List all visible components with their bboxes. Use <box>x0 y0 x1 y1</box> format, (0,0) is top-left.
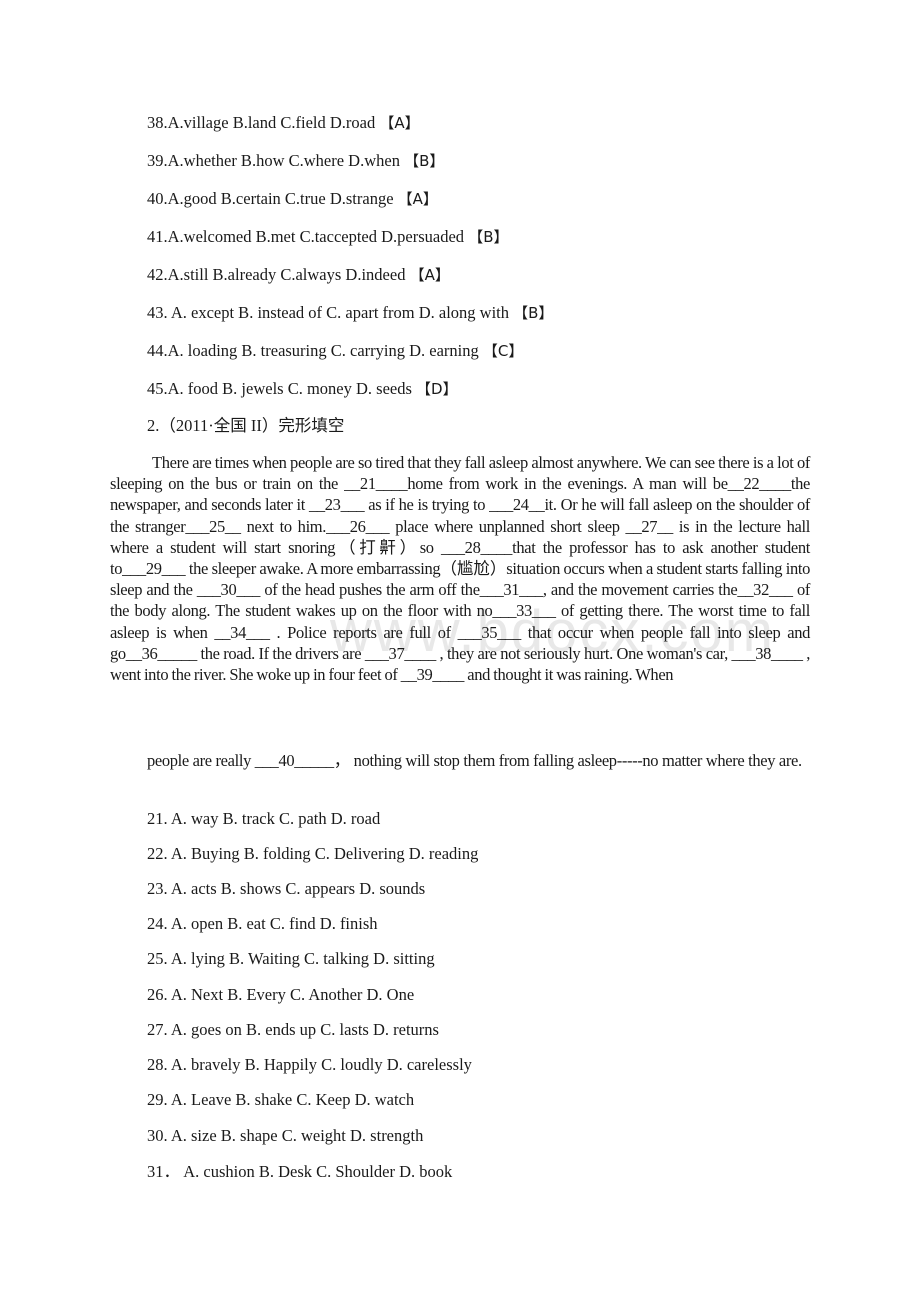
question-text: 40.A.good B.certain C.true D.strange <box>147 189 398 208</box>
question-43: 43. A. except B. instead of C. apart fro… <box>147 303 553 323</box>
cloze-passage: There are times when people are so tired… <box>110 452 810 685</box>
document-page: www.bdocx.com 38.A.village B.land C.fiel… <box>0 0 920 1302</box>
question-45: 45.A. food B. jewels C. money D. seeds 【… <box>147 379 458 399</box>
option-26: 26. A. Next B. Every C. Another D. One <box>147 985 415 1004</box>
question-text: 44.A. loading B. treasuring C. carrying … <box>147 341 483 360</box>
answer-badge: 【C】 <box>482 342 524 360</box>
passage-paragraph: There are times when people are so tired… <box>110 453 810 685</box>
answer-badge: 【A】 <box>397 190 438 208</box>
answer-badge: 【D】 <box>416 380 458 398</box>
question-41: 41.A.welcomed B.met C.taccepted D.persua… <box>147 227 508 247</box>
option-25: 25. A. lying B. Waiting C. talking D. si… <box>147 949 435 968</box>
option-22: 22. A. Buying B. folding C. Delivering D… <box>147 844 479 863</box>
option-31: 31． A. cushion B. Desk C. Shoulder D. bo… <box>147 1162 453 1181</box>
cloze-passage-continued: people are really ___40_____， nothing wi… <box>110 750 810 772</box>
option-27: 27. A. goes on B. ends up C. lasts D. re… <box>147 1020 439 1039</box>
question-40: 40.A.good B.certain C.true D.strange 【A】 <box>147 189 438 209</box>
option-28: 28. A. bravely B. Happily C. loudly D. c… <box>147 1055 472 1074</box>
answer-badge: 【B】 <box>513 304 554 322</box>
question-text: 43. A. except B. instead of C. apart fro… <box>147 303 514 322</box>
answer-badge: 【A】 <box>409 266 450 284</box>
section-heading: 2.（2011·全国 II）完形填空 <box>147 416 345 435</box>
question-39: 39.A.whether B.how C.where D.when 【B】 <box>147 151 444 171</box>
question-text: 42.A.still B.already C.always D.indeed <box>147 265 410 284</box>
passage-paragraph: people are really ___40_____， nothing wi… <box>147 751 802 770</box>
question-text: 39.A.whether B.how C.where D.when <box>147 151 405 170</box>
option-24: 24. A. open B. eat C. find D. finish <box>147 914 378 933</box>
question-38: 38.A.village B.land C.field D.road 【A】 <box>147 113 420 133</box>
question-text: 45.A. food B. jewels C. money D. seeds <box>147 379 417 398</box>
option-29: 29. A. Leave B. shake C. Keep D. watch <box>147 1090 415 1109</box>
question-text: 41.A.welcomed B.met C.taccepted D.persua… <box>147 227 469 246</box>
option-30: 30. A. size B. shape C. weight D. streng… <box>147 1126 424 1145</box>
question-42: 42.A.still B.already C.always D.indeed 【… <box>147 265 450 285</box>
answer-badge: 【A】 <box>379 114 420 132</box>
option-21: 21. A. way B. track C. path D. road <box>147 809 381 828</box>
question-text: 38.A.village B.land C.field D.road <box>147 113 380 132</box>
answer-badge: 【B】 <box>468 228 509 246</box>
answer-badge: 【B】 <box>404 152 445 170</box>
option-23: 23. A. acts B. shows C. appears D. sound… <box>147 879 426 898</box>
question-44: 44.A. loading B. treasuring C. carrying … <box>147 341 523 361</box>
